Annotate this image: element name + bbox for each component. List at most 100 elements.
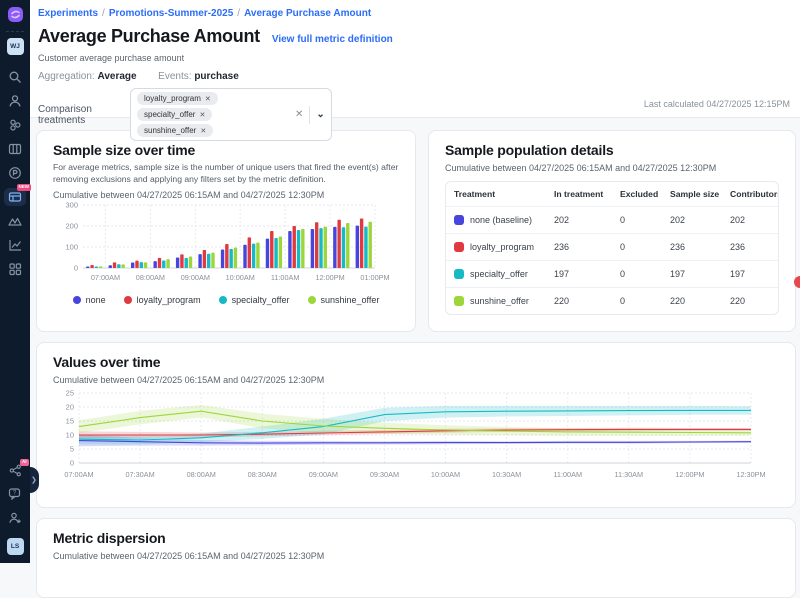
breadcrumb-metric-name[interactable]: Average Purchase Amount xyxy=(244,8,371,19)
svg-text:12:00PM: 12:00PM xyxy=(315,273,344,282)
main-area: Experiments/Promotions-Summer-2025/Avera… xyxy=(30,0,800,563)
bar-chart-legend: none loyalty_program specialty_offer sun… xyxy=(53,295,399,305)
table-row: sunshine_offer 220 0 220 220 xyxy=(446,287,778,314)
columns-icon[interactable] xyxy=(8,142,22,156)
svg-text:20: 20 xyxy=(66,403,74,412)
clear-all-icon[interactable]: ✕ xyxy=(295,109,303,120)
table-row: none (baseline) 202 0 202 202 xyxy=(446,206,778,233)
multiselect-divider xyxy=(309,106,310,124)
svg-text:08:30AM: 08:30AM xyxy=(248,470,277,479)
svg-text:10:30AM: 10:30AM xyxy=(492,470,521,479)
dispersion-cumulative: Cumulative between 04/27/2025 06:15AM an… xyxy=(53,551,779,561)
segments-icon[interactable] xyxy=(8,118,22,132)
breadcrumb-separator: / xyxy=(237,8,240,19)
svg-text:0: 0 xyxy=(70,459,74,468)
page-header: Experiments/Promotions-Summer-2025/Avera… xyxy=(30,0,800,118)
last-calculated: Last calculated 04/27/2025 12:15PM xyxy=(644,99,790,109)
sample-size-card: Sample size over time For average metric… xyxy=(36,130,416,332)
legend-item-sunshine-offer[interactable]: sunshine_offer xyxy=(308,295,380,305)
chevron-right-icon: ❯ xyxy=(31,476,37,484)
legend-item-specialty-offer[interactable]: specialty_offer xyxy=(219,295,290,305)
svg-text:01:00PM: 01:00PM xyxy=(360,273,389,282)
svg-text:200: 200 xyxy=(65,222,78,231)
metrics-nav-item-active[interactable]: NEW xyxy=(4,188,26,206)
legend-dot xyxy=(73,296,81,304)
events-label: Events: xyxy=(158,71,191,82)
ai-badge: AI xyxy=(20,459,29,466)
sample-size-bar-chart[interactable]: 010020030007:00AM08:00AM09:00AM10:00AM11… xyxy=(53,200,401,294)
content-area: Sample size over time For average metric… xyxy=(30,118,800,598)
values-line-chart[interactable]: 051015202507:00AM07:30AM08:00AM08:30AM09… xyxy=(53,385,781,495)
legend-item-none[interactable]: none xyxy=(73,295,106,305)
table-row: specialty_offer 197 0 197 197 xyxy=(446,260,778,287)
svg-text:12:00PM: 12:00PM xyxy=(675,470,704,479)
page-title: Average Purchase Amount xyxy=(38,26,260,47)
table-row: loyalty_program 236 0 236 236 xyxy=(446,233,778,260)
app-root: { "glyphs": { "close": "✕", "chevron_dow… xyxy=(0,0,800,563)
breadcrumb-experiment-name[interactable]: Promotions-Summer-2025 xyxy=(109,8,233,19)
table-header-row: Treatment In treatment Excluded Sample s… xyxy=(446,182,778,206)
line-chart-icon[interactable] xyxy=(8,238,22,252)
svg-text:11:00AM: 11:00AM xyxy=(271,273,300,282)
svg-text:300: 300 xyxy=(65,201,78,210)
legend-item-loyalty-program[interactable]: loyalty_program xyxy=(124,295,201,305)
users-icon[interactable] xyxy=(8,94,22,108)
view-metric-definition-link[interactable]: View full metric definition xyxy=(272,34,393,45)
help-chat-icon[interactable]: ? xyxy=(8,487,22,501)
floating-notification-dot[interactable] xyxy=(794,276,800,288)
svg-text:09:00AM: 09:00AM xyxy=(181,273,210,282)
svg-text:12:30PM: 12:30PM xyxy=(736,470,765,479)
svg-text:0: 0 xyxy=(74,264,78,273)
svg-text:09:00AM: 09:00AM xyxy=(309,470,338,479)
ai-assistant-icon[interactable]: AI xyxy=(9,464,22,477)
chip-sunshine-offer[interactable]: sunshine_offer✕ xyxy=(137,124,213,137)
chip-loyalty-program[interactable]: loyalty_program✕ xyxy=(137,92,218,105)
dispersion-title: Metric dispersion xyxy=(53,530,779,546)
breadcrumb-experiments[interactable]: Experiments xyxy=(38,8,98,19)
chip-specialty-offer[interactable]: specialty_offer✕ xyxy=(137,108,212,121)
sample-size-description: For average metrics, sample size is the … xyxy=(53,162,399,185)
aggregation-row: Aggregation: Average Events: purchase xyxy=(38,71,788,82)
experiments-icon[interactable] xyxy=(8,214,22,228)
pulse-icon[interactable] xyxy=(8,166,22,180)
treatment-swatch xyxy=(454,269,464,279)
svg-text:09:30AM: 09:30AM xyxy=(370,470,399,479)
svg-text:10:00AM: 10:00AM xyxy=(431,470,460,479)
values-cumulative: Cumulative between 04/27/2025 06:15AM an… xyxy=(53,375,779,385)
legend-dot xyxy=(219,296,227,304)
treatment-swatch xyxy=(454,215,464,225)
new-badge: NEW xyxy=(17,184,32,191)
invite-user-icon[interactable] xyxy=(8,511,22,525)
events-value: purchase xyxy=(194,71,238,82)
chip-close-icon[interactable]: ✕ xyxy=(199,111,205,119)
svg-text:10: 10 xyxy=(66,431,74,440)
svg-text:11:00AM: 11:00AM xyxy=(553,470,582,479)
chip-close-icon[interactable]: ✕ xyxy=(200,127,206,135)
svg-text:07:30AM: 07:30AM xyxy=(125,470,154,479)
chip-close-icon[interactable]: ✕ xyxy=(205,95,211,103)
search-icon[interactable] xyxy=(8,70,22,84)
svg-text:?: ? xyxy=(13,491,17,497)
treatment-swatch xyxy=(454,242,464,252)
app-logo-icon[interactable] xyxy=(7,6,24,23)
metric-subtitle: Customer average purchase amount xyxy=(38,53,788,63)
aggregation-value: Average xyxy=(98,71,137,82)
values-title: Values over time xyxy=(53,354,779,370)
population-card: Sample population details Cumulative bet… xyxy=(428,130,796,332)
svg-text:25: 25 xyxy=(66,389,74,398)
treatment-swatch xyxy=(454,296,464,306)
user-avatar[interactable]: LS xyxy=(7,538,24,555)
comparison-treatments-label: Comparison treatments xyxy=(38,104,130,126)
legend-dot xyxy=(308,296,316,304)
svg-text:08:00AM: 08:00AM xyxy=(187,470,216,479)
chevron-down-icon[interactable]: ⌄ xyxy=(316,112,324,117)
svg-text:10:00AM: 10:00AM xyxy=(226,273,255,282)
svg-text:08:00AM: 08:00AM xyxy=(136,273,165,282)
workspace-badge[interactable]: WJ xyxy=(7,38,24,55)
sidebar-divider xyxy=(6,31,24,32)
aggregation-label: Aggregation: xyxy=(38,71,95,82)
treatments-multiselect[interactable]: loyalty_program✕ specialty_offer✕ sunshi… xyxy=(130,88,332,141)
sidebar: WJ NEW AI ? LS xyxy=(0,0,30,563)
products-grid-icon[interactable] xyxy=(8,262,22,276)
sample-size-title: Sample size over time xyxy=(53,142,399,158)
